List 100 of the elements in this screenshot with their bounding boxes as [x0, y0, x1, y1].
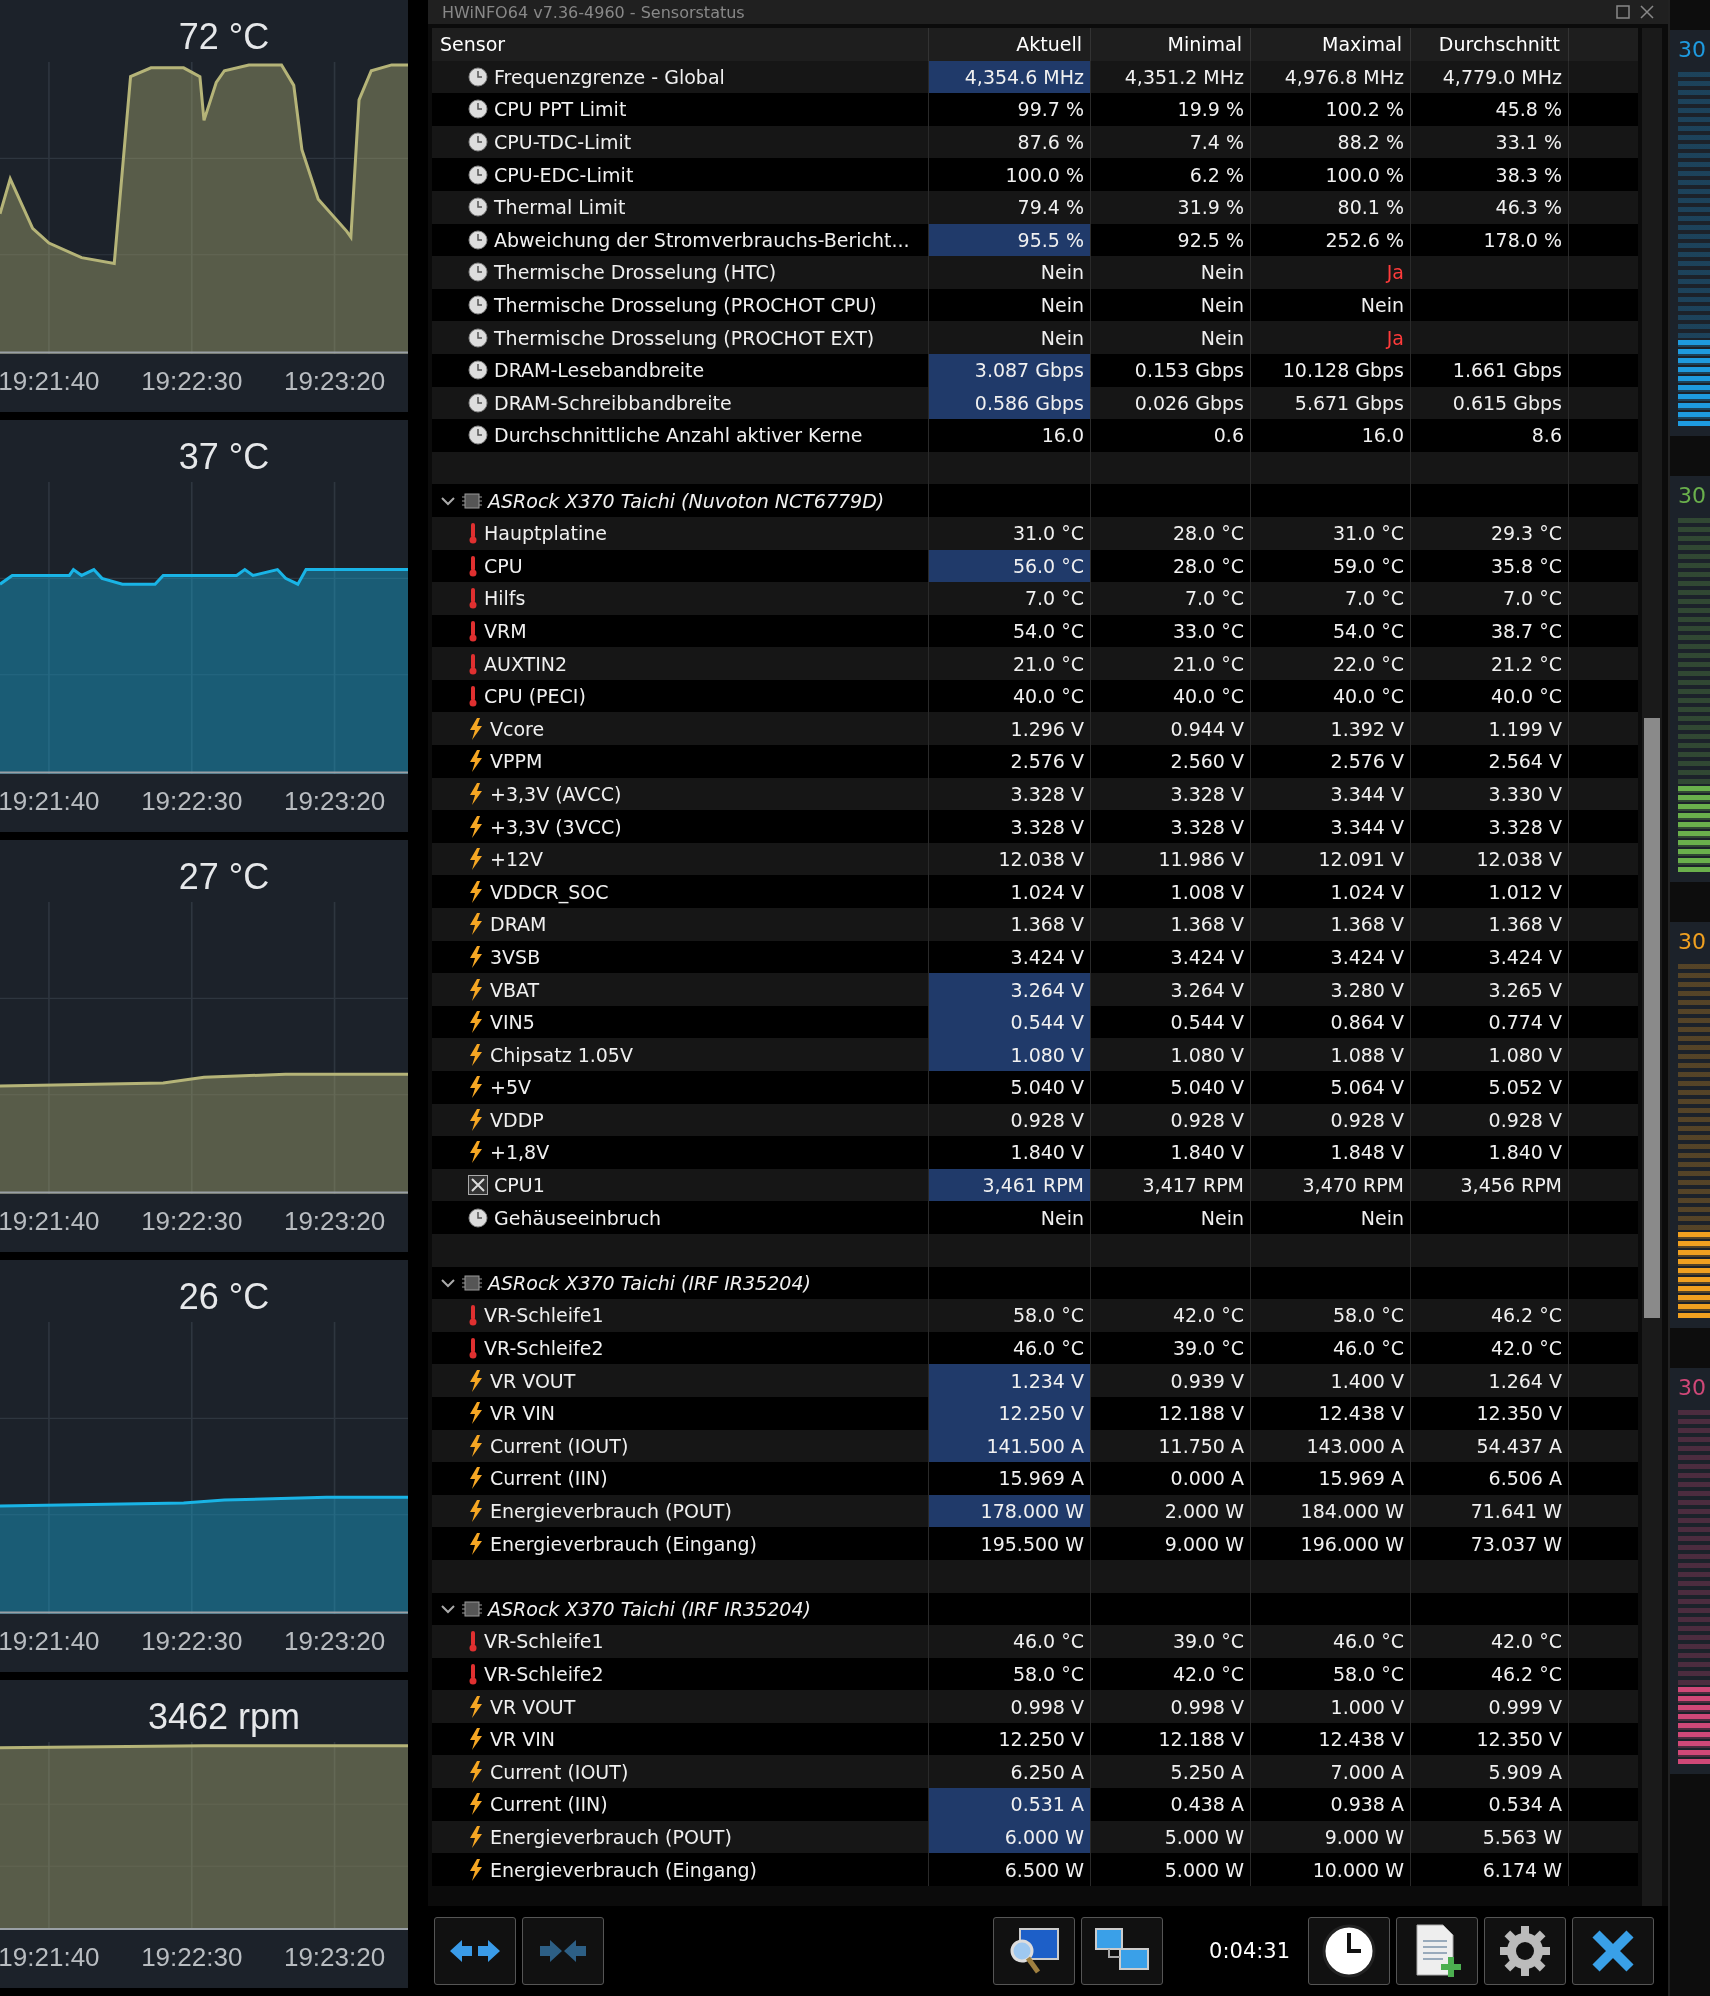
value-cell: 0.544 V	[929, 1005, 1091, 1039]
thermometer-icon	[468, 1337, 478, 1360]
sensor-name: DRAM-Lesebandbreite	[494, 359, 705, 382]
time-axis-label: 19:21:40	[0, 1206, 100, 1237]
column-header[interactable]: Durchschnitt	[1411, 28, 1569, 61]
collapse-arrows-button[interactable]	[522, 1917, 604, 1985]
value-cell: 178.000 W	[929, 1494, 1091, 1528]
close-icon[interactable]	[1640, 5, 1655, 19]
window-title: HWiNFO64 v7.36-4960 - Sensorstatus	[442, 2, 746, 22]
clock-icon	[468, 132, 488, 153]
time-axis-label: 19:22:30	[141, 366, 243, 397]
sensor-name: +1,8V	[490, 1141, 550, 1164]
value-cell: 3.280 V	[1251, 973, 1411, 1006]
maximize-icon[interactable]	[1616, 5, 1631, 19]
sensor-name: CPU (PECI)	[484, 685, 586, 708]
sensor-name: CPU-TDC-Limit	[494, 131, 632, 154]
clock-icon	[468, 99, 488, 120]
value-cell: 12.350 V	[1411, 1396, 1569, 1430]
sensor-name: Hilfs	[484, 587, 526, 610]
value-cell: Nein	[1091, 321, 1251, 354]
lightning-bolt-icon	[468, 913, 484, 936]
thermometer-icon	[468, 554, 478, 577]
scrollbar[interactable]	[1642, 28, 1663, 1906]
column-header[interactable]: Maximal	[1251, 28, 1411, 61]
sensor-name: VDDP	[490, 1108, 544, 1131]
value-cell: 10.128 Gbps	[1251, 353, 1411, 387]
value-cell: 1.368 V	[1091, 908, 1251, 941]
value-cell: 2.560 V	[1091, 745, 1251, 778]
chip-icon	[462, 490, 482, 511]
clock-icon	[468, 229, 488, 250]
value-cell: 99.7 %	[929, 93, 1091, 126]
sensor-name: CPU-EDC-Limit	[494, 163, 634, 186]
value-cell: 46.2 °C	[1411, 1299, 1569, 1332]
value-cell: 0.534 A	[1411, 1788, 1569, 1821]
value-cell: 3,461 RPM	[929, 1168, 1091, 1202]
value-cell: 100.0 %	[1251, 158, 1411, 191]
value-cell: 73.037 W	[1411, 1527, 1569, 1560]
sensor-name: DRAM	[490, 913, 547, 936]
value-cell: Ja	[1251, 256, 1411, 289]
sensor-name: 3VSB	[490, 945, 541, 968]
chart-reading: 27 °C	[177, 855, 271, 898]
sensor-name: DRAM-Schreibbandbreite	[494, 391, 732, 414]
value-cell: 9.000 W	[1091, 1527, 1251, 1560]
value-cell: 95.5 %	[929, 223, 1091, 257]
column-header[interactable]: Minimal	[1091, 28, 1251, 61]
settings-button[interactable]	[1484, 1917, 1567, 1985]
value-cell: 0.998 V	[1091, 1690, 1251, 1723]
value-cell: 22.0 °C	[1251, 647, 1411, 680]
value-cell: 100.2 %	[1251, 93, 1411, 126]
value-cell: 1.368 V	[1411, 908, 1569, 941]
thermometer-icon	[468, 1630, 478, 1653]
timer-button[interactable]	[1308, 1917, 1391, 1985]
lightning-bolt-icon	[468, 1760, 484, 1783]
value-cell: 1.661 Gbps	[1411, 353, 1569, 387]
sensor-group-title: ASRock X370 Taichi (Nuvoton NCT6779D)	[488, 489, 885, 512]
sensor-name: Energieverbrauch (POUT)	[490, 1500, 732, 1522]
value-cell: 1.400 V	[1251, 1364, 1411, 1397]
chart-reading: 37 °C	[177, 435, 271, 478]
sensor-name: +3,3V (3VCC)	[490, 815, 622, 838]
value-cell: 3.328 V	[1411, 810, 1569, 843]
value-cell: 31.0 °C	[929, 516, 1091, 550]
value-cell: 3.265 V	[1411, 973, 1569, 1006]
value-cell: 5.064 V	[1251, 1071, 1411, 1104]
value-cell: 6.2 %	[1091, 158, 1251, 191]
lightning-bolt-icon	[468, 1858, 484, 1881]
value-cell: 0.000 A	[1091, 1462, 1251, 1495]
sensor-name: Chipsatz 1.05V	[490, 1043, 633, 1066]
value-cell: 4,354.6 MHz	[929, 60, 1091, 94]
value-cell: 58.0 °C	[1251, 1299, 1411, 1332]
close-button[interactable]	[1572, 1917, 1655, 1985]
thermometer-icon	[468, 587, 478, 610]
lightning-bolt-icon	[468, 848, 484, 871]
value-cell: 6.506 A	[1411, 1462, 1569, 1495]
report-button[interactable]	[1396, 1917, 1479, 1985]
sensor-name: VIN5	[490, 1011, 535, 1034]
column-header[interactable]: Aktuell	[929, 28, 1091, 61]
lightning-bolt-icon	[468, 1434, 484, 1457]
network-monitors-button[interactable]	[1081, 1917, 1164, 1985]
column-header[interactable]: Sensor	[432, 28, 929, 61]
value-cell: 7.0 °C	[1411, 582, 1569, 615]
value-cell: 80.1 %	[1251, 190, 1411, 224]
sensor-name: Durchschnittliche Anzahl aktiver Kerne	[494, 424, 863, 447]
sensor-name: Thermische Drosselung (PROCHOT CPU)	[494, 294, 877, 317]
sensor-name: Current (IIN)	[490, 1793, 608, 1816]
sensor-name: Gehäuseeinbruch	[494, 1206, 662, 1229]
value-cell: 21.2 °C	[1411, 647, 1569, 680]
expand-arrows-button[interactable]	[434, 1917, 516, 1985]
value-cell: 79.4 %	[929, 190, 1091, 224]
value-cell: 1.848 V	[1251, 1136, 1411, 1169]
clock-icon	[468, 295, 488, 316]
clock-icon	[468, 164, 488, 185]
time-axis-label: 19:22:30	[141, 1942, 243, 1973]
value-cell: 12.188 V	[1091, 1396, 1251, 1430]
value-cell: 6.174 W	[1411, 1853, 1569, 1886]
monitor-search-button[interactable]	[993, 1917, 1076, 1985]
value-cell: 1.840 V	[929, 1136, 1091, 1169]
value-cell: 46.0 °C	[929, 1625, 1091, 1658]
value-cell: 3.264 V	[1091, 973, 1251, 1006]
clock-icon	[468, 197, 488, 218]
value-cell: 2.564 V	[1411, 745, 1569, 778]
